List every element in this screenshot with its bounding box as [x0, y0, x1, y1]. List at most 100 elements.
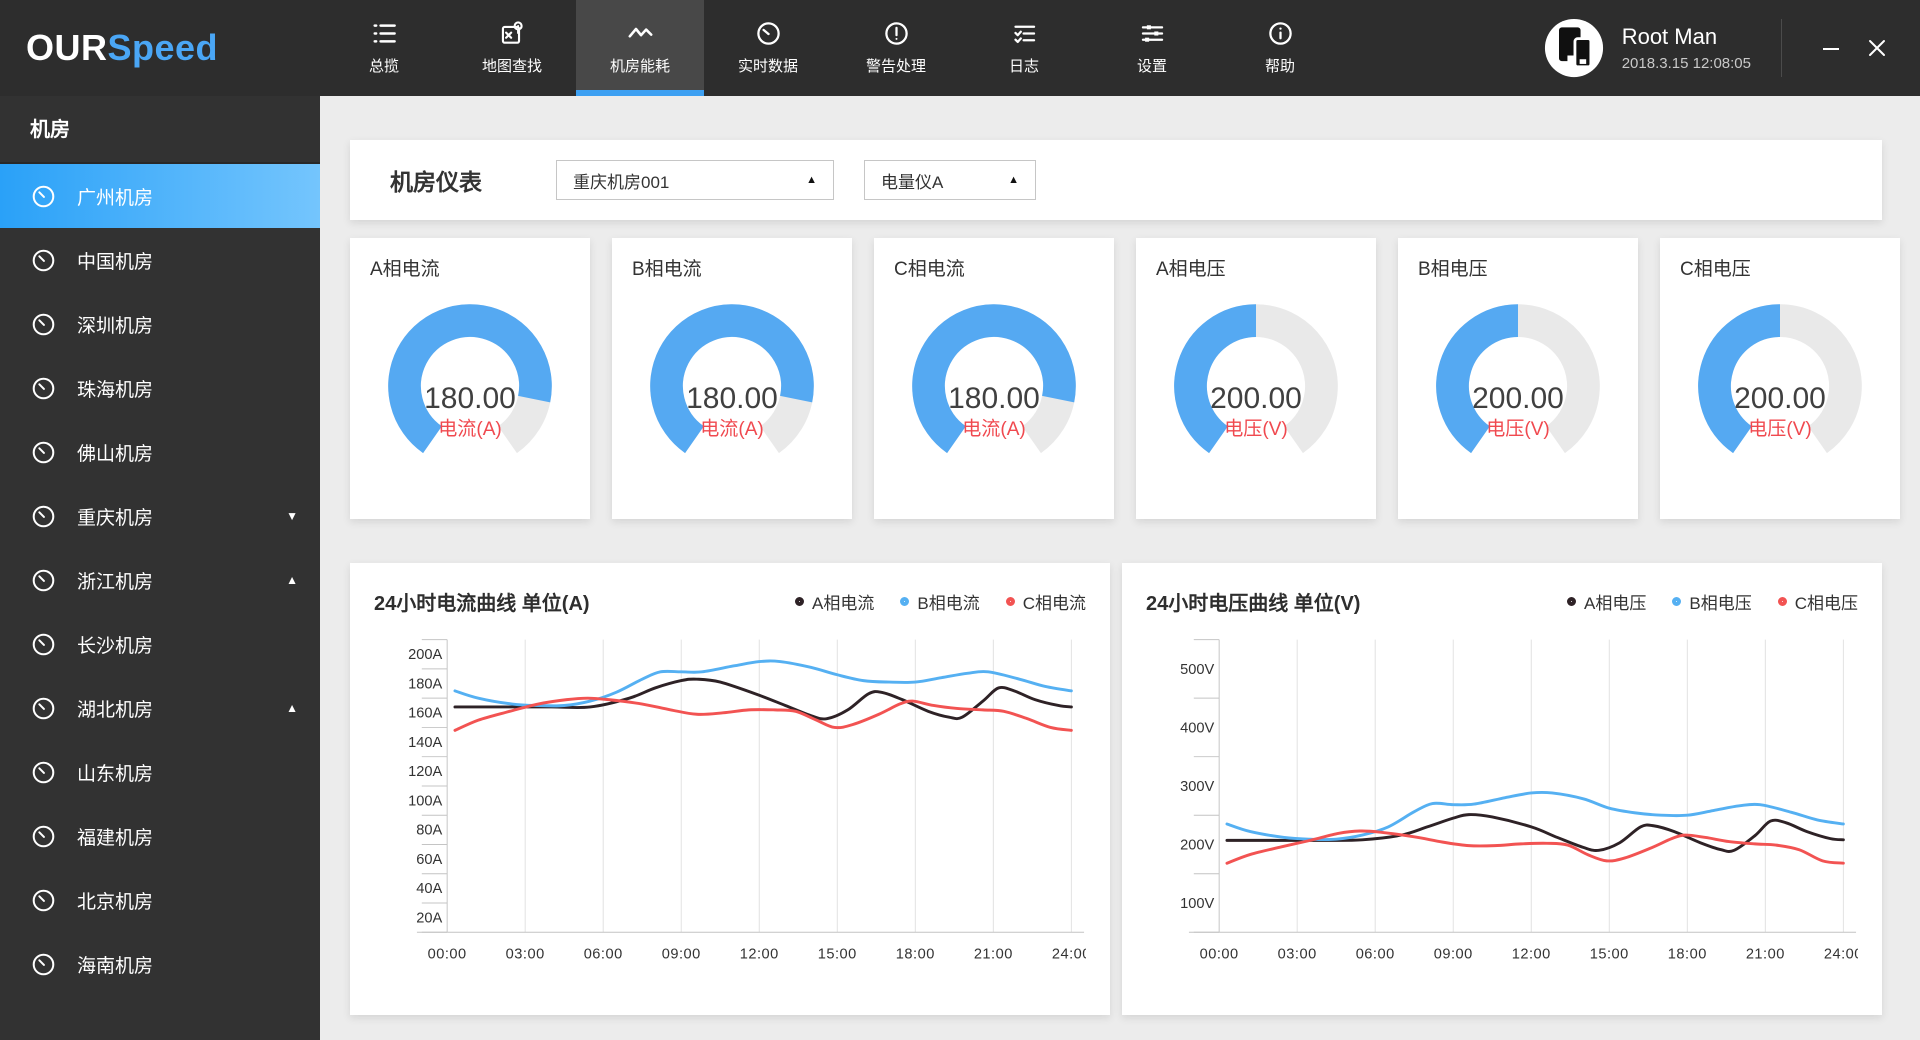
- nav-tab-2[interactable]: 地图查找: [448, 0, 576, 96]
- nav-tab-4[interactable]: 实时数据: [704, 0, 832, 96]
- list-icon: [372, 24, 396, 43]
- caret-up-icon[interactable]: ▲: [286, 574, 298, 586]
- window-controls: [1781, 0, 1920, 96]
- minimize-button[interactable]: [1808, 25, 1854, 71]
- room-select[interactable]: 重庆机房001 ▲: [556, 160, 834, 200]
- sidebar-item-label: 重庆机房: [77, 507, 154, 529]
- caret-down-icon[interactable]: ▼: [286, 510, 298, 522]
- sidebar-item-6[interactable]: 重庆机房 ▼: [0, 484, 320, 548]
- chart-title: 24小时电流曲线 单位(A): [374, 593, 590, 615]
- svg-text:00:00: 00:00: [428, 947, 467, 963]
- chart-title: 24小时电压曲线 单位(V): [1146, 593, 1361, 615]
- gauge-title: C相电压: [1680, 259, 1751, 280]
- sliders-icon: [1141, 25, 1163, 42]
- legend-item[interactable]: C相电压: [1777, 589, 1858, 614]
- gauge-chart: 200.00 电压(V): [1698, 304, 1862, 454]
- sidebar-item-4[interactable]: 珠海机房: [0, 356, 320, 420]
- svg-text:60A: 60A: [416, 852, 442, 868]
- sidebar-item-3[interactable]: 深圳机房: [0, 292, 320, 356]
- nav-tab-label: 地图查找: [481, 58, 542, 75]
- svg-text:80A: 80A: [416, 823, 442, 839]
- gauge-icon: [32, 761, 55, 783]
- close-button[interactable]: [1854, 25, 1900, 71]
- sidebar-item-11[interactable]: 福建机房: [0, 804, 320, 868]
- gauge-title: B相电流: [632, 259, 702, 280]
- gauge-card-1: A相电流 180.00 电流(A): [350, 238, 590, 519]
- nav-tab-1[interactable]: 总揽: [320, 0, 448, 96]
- gauge-unit: 电压(V): [1224, 418, 1288, 440]
- gauge-card-4: A相电压 200.00 电压(V): [1136, 238, 1376, 519]
- sidebar-item-9[interactable]: 湖北机房 ▲: [0, 676, 320, 740]
- gauge-unit: 电流(A): [962, 418, 1026, 440]
- avatar[interactable]: [1544, 18, 1604, 78]
- main-nav: 总揽 地图查找 机房能耗 实时数据 警告处理 日志 设置 帮助: [320, 0, 1344, 96]
- legend-item[interactable]: A相电压: [1567, 589, 1646, 614]
- sidebar-item-2[interactable]: 中国机房: [0, 228, 320, 292]
- chart-legend: A相电压 B相电压 C相电压: [1567, 589, 1858, 614]
- datetime: 2018.3.15 12:08:05: [1621, 55, 1751, 72]
- sidebar-header: 机房: [0, 96, 320, 164]
- gauge-chart: 200.00 电压(V): [1174, 304, 1338, 454]
- sidebar-item-label: 湖北机房: [77, 699, 154, 721]
- info-icon: [1268, 22, 1292, 45]
- svg-text:21:00: 21:00: [974, 947, 1013, 963]
- gauge-chart: 180.00 电流(A): [912, 304, 1076, 454]
- caret-up-icon[interactable]: ▲: [286, 702, 298, 714]
- legend-ring-icon: [795, 597, 805, 606]
- sidebar-item-12[interactable]: 北京机房: [0, 868, 320, 932]
- gauge-value: 180.00: [948, 382, 1040, 415]
- legend-ring-icon: [900, 597, 910, 606]
- gauge-icon: [32, 889, 55, 911]
- nav-tab-7[interactable]: 设置: [1088, 0, 1216, 96]
- sidebar-item-5[interactable]: 佛山机房: [0, 420, 320, 484]
- top-bar: OUR Speed 总揽 地图查找 机房能耗 实时数据 警告处理 日志 设置 帮助 Root M…: [0, 0, 1920, 96]
- svg-text:12:00: 12:00: [740, 947, 779, 963]
- caret-up-icon: ▲: [806, 174, 817, 186]
- nav-tab-3[interactable]: 机房能耗: [576, 0, 704, 96]
- sidebar-item-13[interactable]: 海南机房: [0, 932, 320, 996]
- nav-tab-8[interactable]: 帮助: [1216, 0, 1344, 96]
- meter-select[interactable]: 电量仪A ▲: [864, 160, 1036, 200]
- svg-text:24:00: 24:00: [1824, 947, 1858, 963]
- log-icon: [1013, 25, 1035, 44]
- legend-item[interactable]: A相电流: [795, 589, 874, 614]
- sidebar-item-10[interactable]: 山东机房: [0, 740, 320, 804]
- logo-our: OUR: [26, 27, 108, 68]
- legend-ring-icon: [1567, 597, 1577, 606]
- svg-text:180A: 180A: [408, 676, 442, 692]
- panel-title: 机房仪表: [390, 169, 482, 195]
- sidebar-item-label: 佛山机房: [77, 443, 154, 465]
- gauge-unit: 电压(V): [1748, 418, 1812, 440]
- app-logo: OUR Speed: [0, 0, 320, 96]
- gauge-icon: [32, 377, 55, 399]
- svg-text:400V: 400V: [1180, 720, 1214, 736]
- gauge-icon: [32, 569, 55, 591]
- meter-panel-header: 机房仪表 重庆机房001 ▲ 电量仪A ▲: [350, 140, 1882, 220]
- sidebar-item-8[interactable]: 长沙机房: [0, 612, 320, 676]
- sidebar-item-label: 珠海机房: [77, 379, 154, 401]
- gauge-value: 200.00: [1734, 382, 1826, 415]
- svg-text:03:00: 03:00: [506, 947, 545, 963]
- sidebar-item-1[interactable]: 广州机房: [0, 164, 320, 228]
- gauge-icon: [32, 441, 55, 463]
- svg-text:20A: 20A: [416, 910, 442, 926]
- svg-text:15:00: 15:00: [818, 947, 857, 963]
- nav-tab-5[interactable]: 警告处理: [832, 0, 960, 96]
- legend-item[interactable]: B相电压: [1672, 589, 1752, 614]
- sidebar-item-label: 浙江机房: [77, 571, 154, 593]
- svg-text:300V: 300V: [1180, 779, 1214, 795]
- map-icon: [501, 21, 523, 44]
- line-chart: 200A 180A 160A 140A 120A 100A 80A 60A 40A 20A 00:0…: [374, 626, 1086, 969]
- legend-item[interactable]: B相电流: [900, 589, 980, 614]
- svg-text:00:00: 00:00: [1200, 947, 1239, 963]
- legend-label: A相电流: [812, 594, 875, 613]
- gauge-icon: [32, 505, 55, 527]
- legend-item[interactable]: C相电流: [1005, 589, 1086, 614]
- gauge-icon: [32, 185, 55, 207]
- nav-tab-label: 警告处理: [865, 58, 926, 75]
- chart-row: 24小时电流曲线 单位(A) A相电流 B相电流 C相电流 200A 180A 160A 14…: [350, 563, 1882, 1015]
- sidebar-item-label: 深圳机房: [77, 315, 154, 337]
- sidebar-item-7[interactable]: 浙江机房 ▲: [0, 548, 320, 612]
- gauge-value: 180.00: [424, 382, 516, 415]
- nav-tab-6[interactable]: 日志: [960, 0, 1088, 96]
